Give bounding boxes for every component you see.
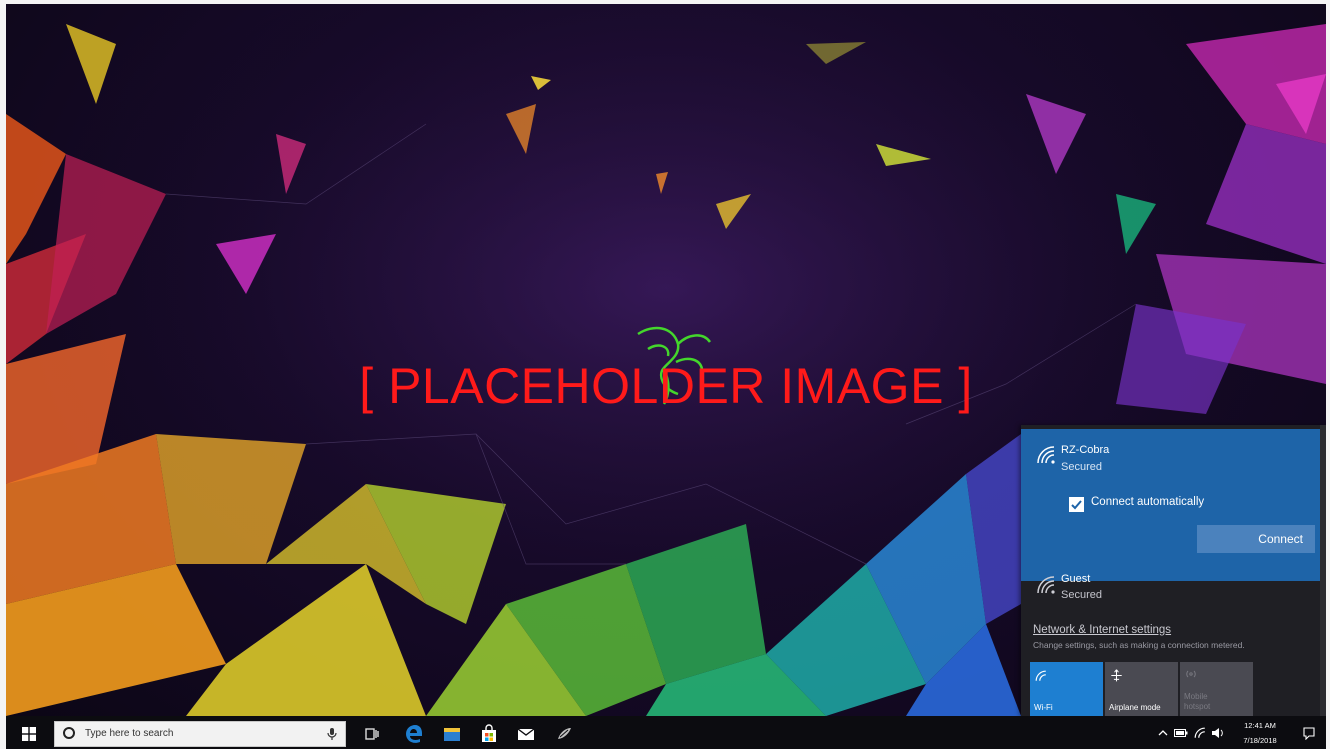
- windows-start-icon[interactable]: [22, 727, 36, 741]
- wifi-signal-icon: [1037, 446, 1055, 464]
- mail-icon[interactable]: [516, 724, 536, 744]
- task-view-icon[interactable]: [362, 724, 382, 744]
- desktop-screen: [ PLACEHOLDER IMAGE ] RZ-Cobra Secured C…: [0, 0, 1330, 749]
- microphone-icon[interactable]: [327, 727, 337, 741]
- quick-action-airplane-mode[interactable]: Airplane mode: [1105, 662, 1178, 716]
- edge-icon[interactable]: [404, 724, 424, 744]
- volume-icon[interactable]: [1211, 727, 1225, 739]
- network-status: Secured: [1061, 589, 1102, 601]
- network-name: Guest: [1061, 573, 1091, 585]
- network-flyout: RZ-Cobra Secured Connect automatically C…: [1021, 425, 1326, 716]
- file-explorer-icon[interactable]: [442, 724, 462, 744]
- checkmark-icon: [1071, 500, 1082, 510]
- label-line-2: hotspot: [1184, 702, 1211, 711]
- show-hidden-icons-chevron-icon[interactable]: [1158, 729, 1168, 737]
- network-settings-link[interactable]: Network & Internet settings: [1033, 624, 1171, 636]
- system-clock[interactable]: 12:41 AM 7/18/2018: [1232, 721, 1288, 745]
- hotspot-icon: [1186, 670, 1196, 678]
- razer-cortex-icon[interactable]: [554, 724, 574, 744]
- connect-automatically-checkbox[interactable]: [1069, 497, 1084, 512]
- network-item-rz-cobra[interactable]: RZ-Cobra Secured Connect automatically C…: [1021, 429, 1320, 581]
- network-status: Secured: [1061, 461, 1102, 473]
- action-center-icon[interactable]: [1303, 727, 1315, 740]
- taskbar: Type here to search 12:41 AM 7/18/2018: [6, 716, 1326, 749]
- battery-icon[interactable]: [1174, 729, 1188, 737]
- quick-action-label: Mobile hotspot: [1184, 692, 1210, 712]
- clock-time: 12:41 AM: [1244, 721, 1276, 730]
- network-settings-description: Change settings, such as making a connec…: [1033, 640, 1245, 650]
- network-item-guest[interactable]: Guest Secured: [1021, 565, 1320, 615]
- connect-button[interactable]: Connect: [1197, 525, 1315, 553]
- taskbar-search-box[interactable]: Type here to search: [54, 721, 346, 747]
- wifi-signal-icon: [1037, 576, 1055, 594]
- quick-action-label: Wi-Fi: [1034, 703, 1053, 712]
- clock-date: 7/18/2018: [1243, 736, 1277, 745]
- airplane-icon: [1111, 669, 1122, 682]
- quick-action-mobile-hotspot[interactable]: Mobile hotspot: [1180, 662, 1253, 716]
- quick-action-wifi[interactable]: Wi-Fi: [1030, 662, 1103, 716]
- flyout-scrollbar[interactable]: [1320, 425, 1326, 716]
- quick-action-label: Airplane mode: [1109, 703, 1161, 712]
- network-name: RZ-Cobra: [1061, 444, 1110, 456]
- label-line-1: Mobile: [1184, 692, 1208, 701]
- network-tray-icon[interactable]: [1194, 727, 1206, 739]
- cortana-icon: [63, 727, 75, 739]
- razer-logo: [637, 326, 712, 405]
- wifi-icon: [1035, 670, 1046, 681]
- search-placeholder: Type here to search: [85, 728, 174, 739]
- connect-automatically-label: Connect automatically: [1091, 496, 1205, 508]
- store-icon[interactable]: [479, 724, 499, 744]
